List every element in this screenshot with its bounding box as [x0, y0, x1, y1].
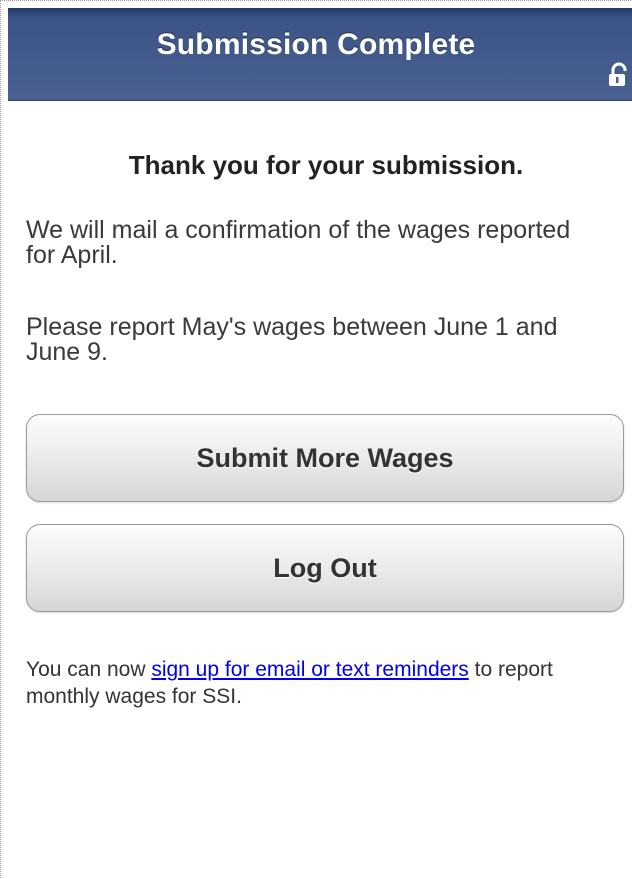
- log-out-button[interactable]: Log Out: [26, 524, 624, 612]
- thank-you-heading: Thank you for your submission.: [128, 150, 524, 180]
- unlock-icon: [608, 62, 632, 90]
- confirmation-text: We will mail a confirmation of the wages…: [26, 216, 571, 269]
- page-title: Submission Complete: [156, 28, 476, 61]
- submit-more-wages-button[interactable]: Submit More Wages: [26, 414, 624, 502]
- header-bar: Submission Complete: [8, 8, 632, 101]
- reminder-note-prefix: You can now: [26, 658, 152, 681]
- next-report-text: Please report May's wages between June 1…: [26, 313, 558, 366]
- reminders-signup-link[interactable]: sign up for email or text reminders: [151, 658, 468, 681]
- reminder-note: You can now sign up for email or text re…: [26, 656, 616, 710]
